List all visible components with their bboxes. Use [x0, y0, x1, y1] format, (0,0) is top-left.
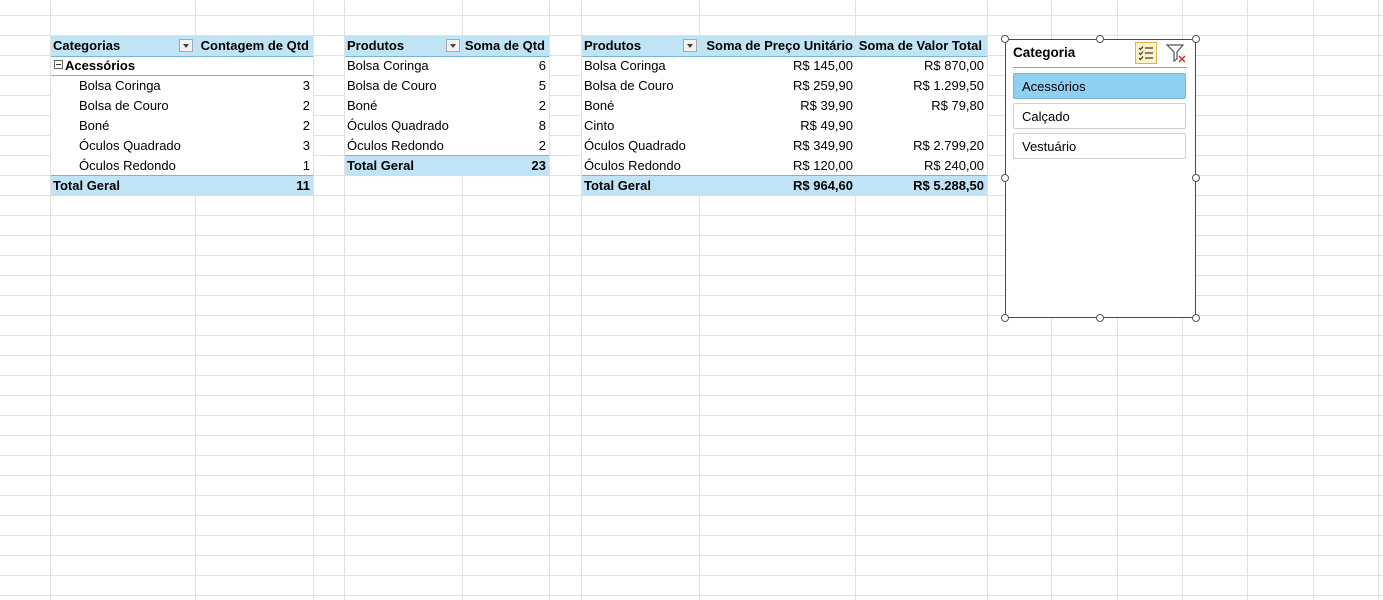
slicer-item-acessorios[interactable]: Acessórios	[1013, 73, 1186, 99]
row-value-preco: R$ 145,00	[793, 58, 853, 73]
header-categorias[interactable]: Categorias	[53, 36, 173, 56]
total-value: 11	[296, 178, 310, 193]
table-row[interactable]: Bolsa de Couro 2	[51, 96, 313, 116]
pivot-table-produtos-valores[interactable]: Produtos Soma de Preço Unitário Soma de …	[582, 36, 987, 196]
slicer-divider	[1013, 67, 1187, 68]
categorias-filter-dropdown-icon[interactable]	[179, 39, 193, 52]
table-row[interactable]: Bolsa de Couro 5	[345, 76, 549, 96]
resize-handle-top-right[interactable]	[1192, 35, 1200, 43]
pivot-header-row: Produtos Soma de Preço Unitário Soma de …	[582, 36, 987, 57]
table-row[interactable]: Bolsa Coringa 6	[345, 56, 549, 76]
produtos-filter-dropdown-icon[interactable]	[446, 39, 460, 52]
table-row[interactable]: Bolsa Coringa 3	[51, 76, 313, 96]
header-soma-valor-total[interactable]: Soma de Valor Total	[855, 36, 982, 56]
header-contagem-qtd[interactable]: Contagem de Qtd	[197, 36, 309, 56]
resize-handle-top[interactable]	[1096, 35, 1104, 43]
total-value-preco: R$ 964,60	[793, 178, 853, 193]
total-label: Total Geral	[53, 178, 120, 193]
collapse-icon[interactable]	[54, 60, 63, 69]
row-value: 1	[302, 158, 310, 173]
row-value: 2	[302, 118, 310, 133]
total-row[interactable]: Total Geral R$ 964,60 R$ 5.288,50	[582, 175, 987, 196]
table-row[interactable]: Óculos Quadrado R$ 349,90 R$ 2.799,20	[582, 136, 987, 156]
table-row[interactable]: Boné 2	[51, 116, 313, 136]
table-row[interactable]: Óculos Redondo 1	[51, 156, 313, 176]
row-value-total: R$ 1.299,50	[913, 78, 984, 93]
row-value-total: R$ 240,00	[924, 158, 984, 173]
multi-select-icon[interactable]	[1135, 42, 1157, 64]
table-row[interactable]: Boné 2	[345, 96, 549, 116]
group-row[interactable]: Acessórios	[51, 56, 313, 76]
row-value-preco: R$ 39,90	[800, 98, 853, 113]
total-row[interactable]: Total Geral 11	[51, 175, 313, 196]
total-row[interactable]: Total Geral 23	[345, 155, 549, 176]
header-soma-qtd[interactable]: Soma de Qtd	[463, 36, 545, 56]
header-soma-preco-unitario[interactable]: Soma de Preço Unitário	[699, 36, 853, 56]
pivot-table-produtos-qtd[interactable]: Produtos Soma de Qtd Bolsa Coringa 6 Bol…	[345, 36, 549, 176]
total-value-total: R$ 5.288,50	[913, 178, 984, 193]
table-row[interactable]: Bolsa Coringa R$ 145,00 R$ 870,00	[582, 56, 987, 76]
row-value: 3	[302, 78, 310, 93]
row-value: 3	[302, 138, 310, 153]
table-row[interactable]: Bolsa de Couro R$ 259,90 R$ 1.299,50	[582, 76, 987, 96]
row-value: 5	[538, 78, 546, 93]
resize-handle-right[interactable]	[1192, 174, 1200, 182]
resize-handle-bottom-right[interactable]	[1192, 314, 1200, 322]
row-value-preco: R$ 120,00	[793, 158, 853, 173]
table-row[interactable]: Óculos Redondo R$ 120,00 R$ 240,00	[582, 156, 987, 176]
table-row[interactable]: Óculos Quadrado 3	[51, 136, 313, 156]
slicer-title: Categoria	[1013, 45, 1076, 60]
row-value-total: R$ 870,00	[924, 58, 984, 73]
slicer-item-calcado[interactable]: Calçado	[1013, 103, 1186, 129]
header-produtos[interactable]: Produtos	[584, 36, 679, 56]
resize-handle-left[interactable]	[1001, 174, 1009, 182]
pivot-header-row: Produtos Soma de Qtd	[345, 36, 549, 57]
table-row[interactable]: Cinto R$ 49,90	[582, 116, 987, 136]
row-value-preco: R$ 49,90	[800, 118, 853, 133]
produtos-filter-dropdown-icon[interactable]	[683, 39, 697, 52]
slicer-categoria[interactable]: Categoria Acessórios Calçado Vestuário	[1005, 39, 1196, 318]
pivot-table-categorias[interactable]: Categorias Contagem de Qtd Acessórios Bo…	[51, 36, 313, 196]
pivot-header-row: Categorias Contagem de Qtd	[51, 36, 313, 57]
total-value: 23	[531, 158, 546, 173]
resize-handle-bottom-left[interactable]	[1001, 314, 1009, 322]
resize-handle-top-left[interactable]	[1001, 35, 1009, 43]
table-row[interactable]: Boné R$ 39,90 R$ 79,80	[582, 96, 987, 116]
row-value-preco: R$ 349,90	[793, 138, 853, 153]
slicer-item-vestuario[interactable]: Vestuário	[1013, 133, 1186, 159]
resize-handle-bottom[interactable]	[1096, 314, 1104, 322]
table-row[interactable]: Óculos Quadrado 8	[345, 116, 549, 136]
row-value-preco: R$ 259,90	[793, 78, 853, 93]
clear-filter-icon[interactable]	[1165, 42, 1187, 64]
row-value: 2	[302, 98, 310, 113]
row-value-total: R$ 79,80	[931, 98, 984, 113]
group-label: Acessórios	[65, 58, 136, 73]
row-value: 2	[538, 138, 546, 153]
table-row[interactable]: Óculos Redondo 2	[345, 136, 549, 156]
row-value: 8	[538, 118, 546, 133]
header-produtos[interactable]: Produtos	[347, 36, 442, 56]
row-value-total: R$ 2.799,20	[913, 138, 984, 153]
row-value: 6	[538, 58, 546, 73]
row-value-total	[855, 116, 984, 136]
row-value: 2	[538, 98, 546, 113]
